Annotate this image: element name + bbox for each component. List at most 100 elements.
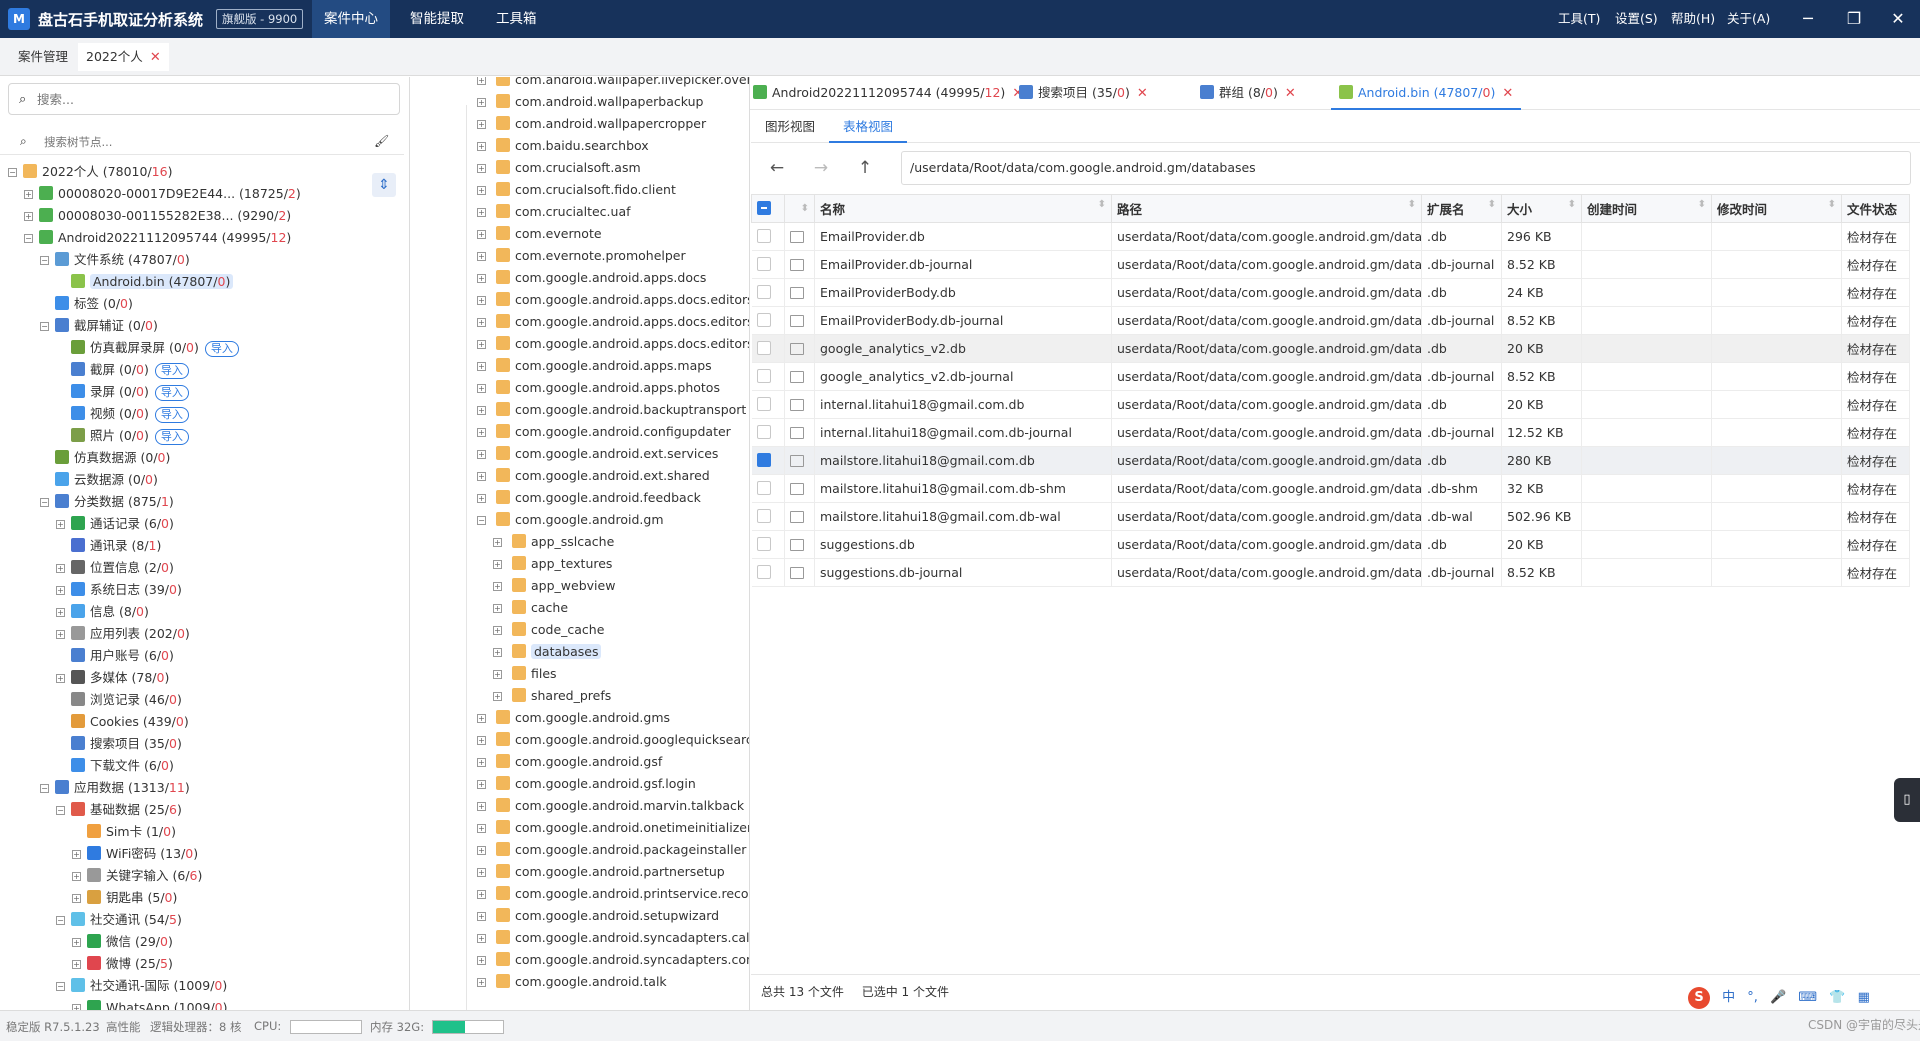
expand-icon[interactable]: + xyxy=(477,98,486,107)
tree-node[interactable]: 照片 (0/0) 导入 xyxy=(56,425,189,447)
clear-brush-icon[interactable]: 🖌 xyxy=(374,134,389,148)
tree-node[interactable]: +00008030-001155282E38... (9290/2) xyxy=(24,205,291,227)
expand-icon[interactable]: + xyxy=(477,384,486,393)
minimize-button[interactable]: ─ xyxy=(1788,0,1828,38)
expand-icon[interactable]: + xyxy=(493,626,502,635)
folder-node[interactable]: + com.google.android.partnersetup xyxy=(477,861,725,883)
tree-node[interactable]: + 钥匙串 (5/0) xyxy=(72,887,177,909)
folder-node[interactable]: + com.google.android.talk xyxy=(477,971,667,993)
sort-icon[interactable]: ⬍ xyxy=(1568,199,1576,210)
folder-node[interactable]: + com.crucialtec.uaf xyxy=(477,201,631,223)
row-checkbox[interactable] xyxy=(756,369,771,383)
table-row[interactable]: internal.litahui18@gmail.com.db userdata/… xyxy=(751,390,1910,419)
folder-node[interactable]: + com.google.android.apps.docs xyxy=(477,267,706,289)
close-icon[interactable]: ✕ xyxy=(1502,86,1513,101)
row-select-cell[interactable] xyxy=(751,474,785,503)
folder-node[interactable]: + com.google.android.apps.maps xyxy=(477,355,712,377)
row-select-cell[interactable] xyxy=(751,530,785,559)
tree-node[interactable]: 仿真数据源 (0/0) xyxy=(40,447,170,469)
expand-icon[interactable]: + xyxy=(477,802,486,811)
tree-node[interactable]: 浏览记录 (46/0) xyxy=(56,689,182,711)
nav-toolbox[interactable]: 工具箱 xyxy=(484,0,549,38)
expand-icon[interactable]: + xyxy=(477,736,486,745)
folder-node[interactable]: + app_textures xyxy=(493,553,612,575)
expand-icon[interactable]: + xyxy=(477,890,486,899)
folder-node[interactable]: + com.google.android.backuptransport xyxy=(477,399,746,421)
tree-node[interactable]: + 应用列表 (202/0) xyxy=(56,623,190,645)
file-tab[interactable]: 群组 (8/0) ✕ xyxy=(1192,76,1304,110)
row-checkbox[interactable] xyxy=(756,565,771,579)
table-row[interactable]: suggestions.db userdata/Root/data/com.goo… xyxy=(751,530,1910,559)
row-select-cell[interactable] xyxy=(751,390,785,419)
ime-logo-icon[interactable]: S xyxy=(1688,987,1710,1009)
tree-node[interactable]: − 社交通讯-国际 (1009/0) xyxy=(56,975,227,997)
menu-about[interactable]: 关于(A) xyxy=(1727,0,1770,38)
tree-node[interactable]: 通讯录 (8/1) xyxy=(56,535,161,557)
collapse-icon[interactable]: − xyxy=(40,322,49,331)
expand-icon[interactable]: + xyxy=(56,564,65,573)
select-all-checkbox[interactable] xyxy=(757,201,771,215)
expand-icon[interactable]: + xyxy=(477,120,486,129)
tree-node[interactable]: +00008020-00017D9E2E44... (18725/2) xyxy=(24,183,301,205)
folder-node[interactable]: + app_sslcache xyxy=(493,531,614,553)
expand-icon[interactable]: + xyxy=(477,296,486,305)
folder-node[interactable]: + com.android.wallpapercropper xyxy=(477,113,706,135)
tree-node[interactable]: 仿真截屏录屏 (0/0) 导入 xyxy=(56,337,239,359)
menu-tools[interactable]: 工具(T) xyxy=(1558,0,1600,38)
expand-icon[interactable]: + xyxy=(56,630,65,639)
column-header-ext[interactable]: 扩展名 ⬍ xyxy=(1421,194,1502,223)
folder-node[interactable]: + com.google.android.apps.docs.editors.do… xyxy=(477,289,749,311)
row-select-cell[interactable] xyxy=(751,278,785,307)
folder-node[interactable]: + com.evernote xyxy=(477,223,602,245)
tree-node[interactable]: 云数据源 (0/0) xyxy=(40,469,158,491)
row-checkbox[interactable] xyxy=(756,481,771,495)
expand-icon[interactable]: + xyxy=(477,318,486,327)
row-checkbox[interactable] xyxy=(756,509,771,523)
tree-node[interactable]: Sim卡 (1/0) xyxy=(72,821,176,843)
ime-lang-icon[interactable]: 中 xyxy=(1722,986,1735,1005)
collapse-icon[interactable]: − xyxy=(56,806,65,815)
tree-node[interactable]: − 社交通讯 (54/5) xyxy=(56,909,182,931)
side-drawer-handle[interactable]: ▯ xyxy=(1894,778,1920,822)
row-checkbox[interactable] xyxy=(756,341,771,355)
expand-icon[interactable]: + xyxy=(477,956,486,965)
close-icon[interactable]: ✕ xyxy=(1285,86,1296,101)
row-select-cell[interactable] xyxy=(751,334,785,363)
tree-node[interactable]: + 通话记录 (6/0) xyxy=(56,513,174,535)
import-button[interactable]: 导入 xyxy=(154,385,189,401)
sort-icon[interactable]: ⬍ xyxy=(1488,199,1496,210)
collapse-all-button[interactable]: ⇕ xyxy=(372,173,396,197)
folder-node[interactable]: + com.google.android.packageinstaller xyxy=(477,839,746,861)
close-window-button[interactable]: ✕ xyxy=(1878,0,1918,38)
folder-node[interactable]: + com.google.android.gsf.login xyxy=(477,773,696,795)
table-row[interactable]: EmailProviderBody.db userdata/Root/data/c… xyxy=(751,278,1910,307)
table-row[interactable]: EmailProvider.db userdata/Root/data/com.g… xyxy=(751,222,1910,251)
folder-node[interactable]: + com.google.android.googlequicksearchbox xyxy=(477,729,749,751)
folder-node[interactable]: + com.google.android.feedback xyxy=(477,487,701,509)
expand-icon[interactable]: + xyxy=(477,780,486,789)
tree-node[interactable]: + 信息 (8/0) xyxy=(56,601,149,623)
column-header-mtime[interactable]: 修改时间 ⬍ xyxy=(1711,194,1842,223)
expand-icon[interactable]: + xyxy=(477,758,486,767)
expand-icon[interactable]: + xyxy=(72,850,81,859)
tree-node[interactable]: 录屏 (0/0) 导入 xyxy=(56,381,189,403)
table-row[interactable]: suggestions.db-journal userdata/Root/data… xyxy=(751,558,1910,587)
folder-node[interactable]: + com.crucialsoft.fido.client xyxy=(477,179,676,201)
expand-icon[interactable]: + xyxy=(477,868,486,877)
tree-node[interactable]: + WiFi密码 (13/0) xyxy=(72,843,198,865)
ime-mic-icon[interactable]: 🎤 xyxy=(1770,990,1786,1005)
forward-arrow-icon[interactable]: → xyxy=(809,156,833,180)
tree-node[interactable]: + 微博 (25/5) xyxy=(72,953,173,975)
expand-icon[interactable]: + xyxy=(477,77,486,85)
expand-icon[interactable]: + xyxy=(493,604,502,613)
expand-icon[interactable]: + xyxy=(477,846,486,855)
row-checkbox[interactable] xyxy=(756,313,771,327)
ime-keyboard-icon[interactable]: ⌨ xyxy=(1798,990,1817,1005)
collapse-icon[interactable]: − xyxy=(40,498,49,507)
tree-node[interactable]: Cookies (439/0) xyxy=(56,711,189,733)
expand-icon[interactable]: + xyxy=(72,894,81,903)
expand-icon[interactable]: + xyxy=(477,230,486,239)
folder-node[interactable]: + databases xyxy=(493,641,602,663)
folder-node[interactable]: − com.google.android.gm xyxy=(477,509,664,531)
expand-icon[interactable]: + xyxy=(493,692,502,701)
